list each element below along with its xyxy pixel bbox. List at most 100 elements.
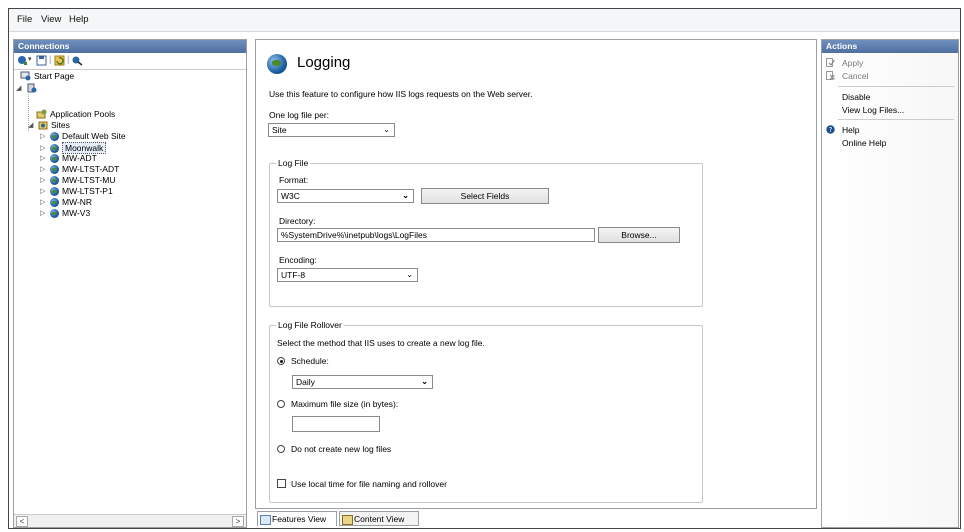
select-fields-button[interactable]: Select Fields xyxy=(421,188,549,204)
tree-item-start-page[interactable]: Start Page xyxy=(20,71,74,81)
tree-item-sites[interactable]: ◢ Sites xyxy=(28,120,70,130)
expand-arrow-icon[interactable]: ▷ xyxy=(40,144,47,152)
select-value: Site xyxy=(272,125,287,135)
logging-globe-icon xyxy=(267,54,287,74)
schedule-radio[interactable] xyxy=(277,357,285,365)
expand-arrow-icon[interactable]: ▷ xyxy=(40,165,47,173)
svg-text:?: ? xyxy=(829,126,833,134)
apply-action[interactable]: Apply xyxy=(842,58,863,68)
horizontal-scrollbar[interactable]: < > xyxy=(14,514,246,527)
content-view-icon xyxy=(342,515,353,525)
cancel-icon xyxy=(826,71,835,80)
chevron-down-icon: ⌄ xyxy=(406,270,413,279)
sites-folder-icon xyxy=(38,121,48,130)
tree-label: Sites xyxy=(51,120,70,130)
connect-icon[interactable] xyxy=(17,55,28,66)
expand-arrow-icon[interactable]: ▷ xyxy=(40,187,47,195)
browse-button[interactable]: Browse... xyxy=(598,227,680,243)
application-pools-icon xyxy=(36,109,47,119)
tree-label: MW-V3 xyxy=(62,208,91,218)
dropdown-arrow-icon[interactable]: ▾ xyxy=(28,55,32,63)
tab-label: Content View xyxy=(354,514,405,524)
connect-site-icon[interactable] xyxy=(72,55,83,66)
collapse-arrow-icon[interactable]: ◢ xyxy=(16,84,23,92)
globe-icon xyxy=(50,208,59,218)
tree-item-server[interactable]: ◢ xyxy=(16,83,37,93)
globe-icon xyxy=(50,164,59,174)
iis-manager-window: File View Help Connections ▾ | | Start P… xyxy=(8,8,961,529)
directory-input[interactable]: %SystemDrive%\inetpub\logs\LogFiles xyxy=(277,228,595,242)
tree-item-site[interactable]: ▷ Default Web Site xyxy=(40,131,126,141)
no-new-log-files-radio[interactable] xyxy=(277,445,285,453)
page-title: Logging xyxy=(297,54,351,71)
select-value: UTF-8 xyxy=(281,270,306,280)
tree-item-site[interactable]: ▷ MW-ADT xyxy=(40,153,97,163)
refresh-icon[interactable] xyxy=(54,55,65,66)
expand-arrow-icon[interactable]: ▷ xyxy=(40,198,47,206)
menu-view[interactable]: View xyxy=(41,14,61,25)
globe-icon xyxy=(50,186,59,196)
server-icon xyxy=(27,83,37,93)
tree-item-site[interactable]: ▷ MW-LTST-P1 xyxy=(40,186,113,196)
tree-label: Start Page xyxy=(34,71,75,81)
actions-header: Actions xyxy=(822,40,958,53)
menu-help[interactable]: Help xyxy=(69,14,89,25)
expand-arrow-icon[interactable]: ▷ xyxy=(40,132,47,140)
cancel-action[interactable]: Cancel xyxy=(842,71,868,81)
expand-arrow-icon[interactable]: ▷ xyxy=(40,176,47,184)
actions-separator xyxy=(838,119,954,120)
tree-item-site[interactable]: ▷ MW-NR xyxy=(40,197,92,207)
actions-pane: Actions Apply Cancel Disable View Log Fi… xyxy=(821,39,959,528)
tree-item-site[interactable]: ▷ MW-LTST-ADT xyxy=(40,164,119,174)
log-file-group: Log File Format: W3C ⌄ Select Fields Dir… xyxy=(269,158,703,307)
apply-icon xyxy=(826,58,835,67)
globe-icon xyxy=(50,143,59,153)
tab-label: Features View xyxy=(272,514,327,524)
collapse-arrow-icon[interactable]: ◢ xyxy=(28,121,35,129)
format-select[interactable]: W3C ⌄ xyxy=(277,189,414,203)
menu-bar: File View Help xyxy=(9,9,960,32)
chevron-down-icon: ⌄ xyxy=(421,377,428,386)
one-log-file-per-label: One log file per: xyxy=(269,110,330,120)
chevron-down-icon: ⌄ xyxy=(402,191,409,200)
encoding-label: Encoding: xyxy=(279,255,317,265)
help-action[interactable]: Help xyxy=(842,125,859,135)
menu-file[interactable]: File xyxy=(17,14,32,25)
tree-label: MW-LTST-P1 xyxy=(62,186,113,196)
local-time-label: Use local time for file naming and rollo… xyxy=(291,479,447,489)
globe-icon xyxy=(50,197,59,207)
tree-item-site[interactable]: ▷ MW-LTST-MU xyxy=(40,175,116,185)
tree-item-application-pools[interactable]: Application Pools xyxy=(36,109,115,119)
connections-pane: Connections ▾ | | Start Page ◢ Applicati… xyxy=(13,39,247,528)
local-time-checkbox[interactable] xyxy=(277,479,286,488)
scroll-left-icon[interactable]: < xyxy=(16,516,28,527)
disable-action[interactable]: Disable xyxy=(842,92,870,102)
tree-item-site[interactable]: ▷ MW-V3 xyxy=(40,208,90,218)
globe-icon xyxy=(50,153,59,163)
expand-arrow-icon[interactable]: ▷ xyxy=(40,154,47,162)
start-page-icon xyxy=(20,71,31,81)
log-file-rollover-group: Log File Rollover Select the method that… xyxy=(269,320,703,503)
tree-label: MW-LTST-ADT xyxy=(62,164,120,174)
rollover-description: Select the method that IIS uses to creat… xyxy=(277,338,485,348)
connections-tree: Start Page ◢ Application Pools ◢ Sites ▷… xyxy=(14,70,246,513)
max-file-size-radio[interactable] xyxy=(277,400,285,408)
directory-label: Directory: xyxy=(279,216,316,226)
scroll-right-icon[interactable]: > xyxy=(232,516,244,527)
globe-icon xyxy=(50,175,59,185)
tab-content-view[interactable]: Content View xyxy=(339,511,419,526)
format-label: Format: xyxy=(279,175,309,185)
select-value: W3C xyxy=(281,191,300,201)
max-file-size-input[interactable] xyxy=(292,416,380,432)
tab-features-view[interactable]: Features View xyxy=(257,511,337,526)
view-log-files-action[interactable]: View Log Files... xyxy=(842,105,904,115)
online-help-action[interactable]: Online Help xyxy=(842,138,886,148)
expand-arrow-icon[interactable]: ▷ xyxy=(40,209,47,217)
tree-label: Application Pools xyxy=(50,109,116,119)
chevron-down-icon: ⌄ xyxy=(383,125,390,134)
schedule-select[interactable]: Daily ⌄ xyxy=(292,375,433,389)
one-log-file-per-select[interactable]: Site ⌄ xyxy=(268,123,395,137)
tree-label: Default Web Site xyxy=(62,131,126,141)
save-icon[interactable] xyxy=(36,55,47,66)
encoding-select[interactable]: UTF-8 ⌄ xyxy=(277,268,418,282)
